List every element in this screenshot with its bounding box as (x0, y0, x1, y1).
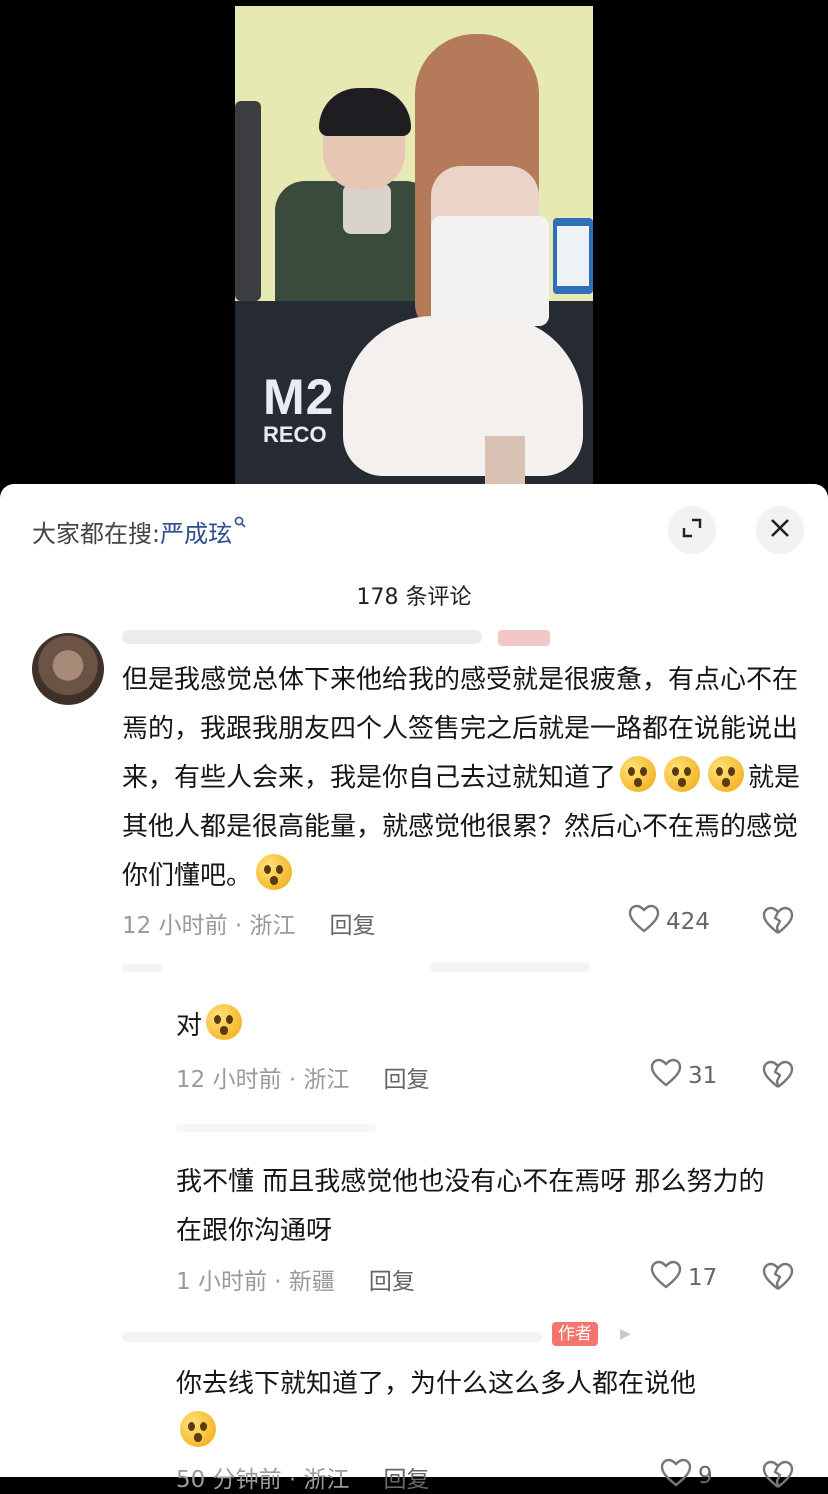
reply-1-text: 对 (176, 1002, 246, 1051)
username-blurred[interactable] (122, 630, 482, 644)
reply-button[interactable]: 回复 (384, 1460, 430, 1494)
reply-3-text: 你去线下就知道了，为什么这么多人都在说他 (176, 1360, 786, 1458)
dislike-button[interactable] (762, 1262, 794, 1296)
broken-heart-icon (762, 906, 794, 940)
heart-icon (628, 904, 666, 940)
logo-line1: M2 (263, 369, 335, 425)
reply-1-meta: 12 小时前 · 浙江 回复 (176, 1060, 430, 1094)
trending-search-keyword[interactable]: 严成玹 (160, 514, 232, 549)
trending-search-prefix: 大家都在搜: (32, 520, 161, 548)
broken-heart-icon (762, 1262, 794, 1296)
like-button[interactable]: 424 (628, 904, 710, 940)
reply-1-text-content: 对 (176, 1011, 203, 1041)
crying-emoji (708, 756, 745, 792)
username-blurred[interactable] (430, 962, 590, 972)
man-hair (319, 88, 411, 136)
video-player[interactable]: M2 RECO (235, 6, 593, 484)
comment-sheet: 大家都在搜: 严成玹 178 条评论 但是我感觉总体下来他给我的感受就是很疲惫，… (0, 484, 828, 1493)
broken-heart-icon (762, 1460, 794, 1494)
like-count: 31 (688, 1063, 718, 1089)
like-button[interactable]: 17 (650, 1260, 717, 1296)
m2u-logo: M2 RECO (263, 369, 335, 447)
reply-2-text-content: 我不懂 而且我感觉他也没有心不在焉呀 那么努力的在跟你沟通呀 (176, 1167, 765, 1246)
reply-3-text-content: 你去线下就知道了，为什么这么多人都在说他 (176, 1369, 697, 1399)
comment-time: 12 小时前 · 浙江 (176, 1067, 350, 1093)
reply-3-meta: 50 分钟前 · 浙江 回复 (176, 1460, 430, 1494)
crying-emoji (206, 1004, 243, 1040)
woman-legs (485, 436, 525, 484)
comment-time: 12 小时前 · 浙江 (122, 913, 296, 939)
username-blurred[interactable] (122, 964, 162, 972)
dislike-button[interactable] (762, 906, 794, 940)
heart-icon (650, 1058, 688, 1094)
username-blurred[interactable] (122, 1332, 542, 1342)
like-count: 9 (698, 1463, 713, 1489)
dislike-button[interactable] (762, 1060, 794, 1094)
like-count: 17 (688, 1265, 718, 1291)
crying-emoji (664, 756, 701, 792)
reply-arrow-icon: ▶ (620, 1326, 631, 1342)
heart-icon (650, 1260, 688, 1296)
close-icon (769, 517, 791, 543)
expand-icon (681, 517, 703, 543)
like-count: 424 (666, 909, 710, 935)
username-blurred[interactable] (176, 1124, 376, 1132)
close-button[interactable] (756, 506, 804, 554)
woman-top (431, 216, 549, 326)
search-icon (234, 516, 246, 532)
woman-skirt (343, 316, 583, 476)
monitor-screen (557, 226, 589, 286)
heart-icon (660, 1458, 698, 1494)
logo-line2: RECO (263, 422, 327, 447)
reply-button[interactable]: 回复 (384, 1060, 430, 1094)
comment-time: 1 小时前 · 新疆 (176, 1269, 335, 1295)
crying-emoji (620, 756, 657, 792)
broken-heart-icon (762, 1060, 794, 1094)
avatar[interactable] (32, 633, 104, 705)
user-tag-blurred (498, 630, 550, 646)
background-person (235, 101, 261, 301)
reply-2-meta: 1 小时前 · 新疆 回复 (176, 1262, 415, 1296)
reply-button[interactable]: 回复 (369, 1262, 415, 1296)
trending-search[interactable]: 大家都在搜: 严成玹 (32, 514, 246, 549)
like-button[interactable]: 31 (650, 1058, 717, 1094)
reply-2-text: 我不懂 而且我感觉他也没有心不在焉呀 那么努力的在跟你沟通呀 (176, 1158, 786, 1256)
expand-button[interactable] (668, 506, 716, 554)
reply-button[interactable]: 回复 (330, 906, 376, 940)
comment-1-meta: 12 小时前 · 浙江 回复 (122, 906, 376, 940)
comment-count: 178 条评论 (356, 585, 472, 610)
dislike-button[interactable] (762, 1460, 794, 1494)
comment-1-text: 但是我感觉总体下来他给我的感受就是很疲惫，有点心不在焉的，我跟我朋友四个人签售完… (122, 656, 802, 901)
man-collar (343, 184, 391, 234)
like-button[interactable]: 9 (660, 1458, 713, 1494)
comment-time: 50 分钟前 · 浙江 (176, 1467, 350, 1493)
crying-emoji (180, 1411, 216, 1447)
crying-emoji (256, 854, 293, 890)
author-badge: 作者 (552, 1322, 598, 1346)
